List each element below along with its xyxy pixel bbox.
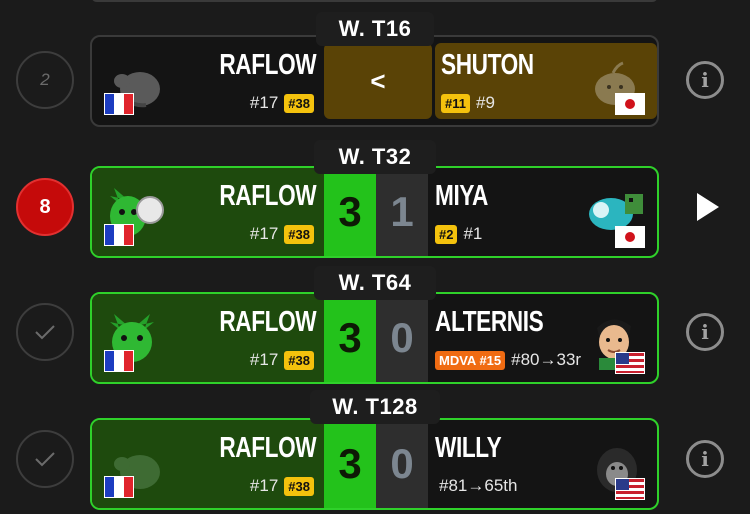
live-match-badge: 8: [16, 178, 74, 236]
match-row: RAFLOW #17 #38 3 0 WILLY #81→65th W. T12…: [0, 388, 750, 510]
info-icon[interactable]: i: [686, 440, 724, 478]
player1-seeds: #17 #38: [250, 224, 314, 244]
player2-panel: WILLY #81→65th: [435, 420, 657, 508]
player2-seed-chip: #11: [441, 93, 470, 113]
previous-match-card: [91, 0, 658, 2]
player1-score: 3: [324, 420, 376, 508]
player1-panel: RAFLOW #17 #38: [92, 420, 324, 508]
player1-seeds: #17 #38: [250, 93, 314, 113]
player2-name: WILLY: [435, 432, 502, 464]
completed-match-badge: [16, 430, 74, 488]
player2-score: 0: [376, 294, 428, 382]
player2-seed: #9: [475, 93, 495, 112]
round-label: W. T128: [310, 390, 440, 424]
player1-panel: RAFLOW #17 #38: [92, 294, 324, 382]
match-card[interactable]: RAFLOW #17 #38 3 0 ALTERNIS MDVA #15 #80…: [90, 292, 659, 384]
play-icon[interactable]: [697, 193, 719, 221]
match-number-badge: 2: [16, 51, 74, 109]
france-flag-icon: [104, 476, 134, 498]
player1-seed-chip: #38: [284, 476, 314, 496]
player2-seed: #1: [463, 224, 483, 243]
completed-match-badge: [16, 303, 74, 361]
player1-seed-chip: #38: [284, 224, 314, 244]
player1-score: 3: [324, 294, 376, 382]
player2-name: ALTERNIS: [435, 306, 544, 338]
player2-score: 1: [376, 168, 428, 256]
info-icon[interactable]: i: [686, 61, 724, 99]
player1-seed: #17: [249, 350, 279, 369]
player1-seed-chip: #38: [284, 350, 314, 370]
player2-panel: MIYA #2 #1: [435, 168, 657, 256]
player2-panel: ALTERNIS MDVA #15 #80→33r: [435, 294, 657, 382]
france-flag-icon: [104, 350, 134, 372]
player1-name: RAFLOW: [219, 432, 316, 464]
france-flag-icon: [104, 93, 134, 115]
round-label: W. T16: [316, 12, 434, 46]
player1-name: RAFLOW: [219, 49, 316, 81]
match-card[interactable]: RAFLOW #17 #38 < SHUTON #11 #9: [90, 35, 659, 127]
player1-score: 3: [324, 168, 376, 256]
match-row: 8 RAFLOW #17 #38 3 1 MIYA #2 #1 W. T32: [0, 134, 750, 258]
checkmark-icon: [35, 452, 55, 467]
player1-seeds: #17 #38: [250, 476, 314, 496]
player2-seed-chip: #2: [435, 224, 458, 244]
player1-seed-chip: #38: [284, 93, 314, 113]
player1-panel: RAFLOW #17 #38: [92, 168, 324, 256]
player2-score: 0: [376, 420, 428, 508]
player1-name: RAFLOW: [219, 180, 316, 212]
japan-flag-icon: [615, 226, 645, 248]
player2-seeds: #2 #1: [435, 224, 482, 244]
player2-name: SHUTON: [441, 49, 534, 81]
player2-seeds: #81→65th: [439, 476, 517, 496]
checkmark-icon: [35, 325, 55, 340]
match-row: 2 RAFLOW #17 #38 < SHUTON #11 #9 W. T16 …: [0, 8, 750, 128]
upcoming-indicator: <: [324, 43, 432, 119]
match-row: RAFLOW #17 #38 3 0 ALTERNIS MDVA #15 #80…: [0, 262, 750, 384]
player2-seed-chip: MDVA #15: [435, 350, 506, 370]
player1-seed: #17: [249, 93, 279, 112]
player1-panel: RAFLOW #17 #38: [92, 37, 324, 125]
player2-seed: #80→33r: [511, 350, 582, 369]
match-card[interactable]: RAFLOW #17 #38 3 1 MIYA #2 #1: [90, 166, 659, 258]
player1-seed: #17: [249, 224, 279, 243]
usa-flag-icon: [615, 352, 645, 374]
match-card[interactable]: RAFLOW #17 #38 3 0 WILLY #81→65th: [90, 418, 659, 510]
player2-name: MIYA: [435, 180, 488, 212]
player2-panel: SHUTON #11 #9: [435, 43, 657, 119]
player1-seeds: #17 #38: [250, 350, 314, 370]
player1-name: RAFLOW: [219, 306, 316, 338]
player1-seed: #17: [249, 476, 279, 495]
usa-flag-icon: [615, 478, 645, 500]
info-icon[interactable]: i: [686, 313, 724, 351]
round-label: W. T32: [314, 140, 436, 174]
player2-seed: #81→65th: [439, 476, 518, 495]
japan-flag-icon: [615, 93, 645, 115]
player2-seeds: #11 #9: [441, 93, 495, 113]
france-flag-icon: [104, 224, 134, 246]
player2-seeds: MDVA #15 #80→33r: [435, 350, 581, 370]
round-label: W. T64: [314, 266, 436, 300]
